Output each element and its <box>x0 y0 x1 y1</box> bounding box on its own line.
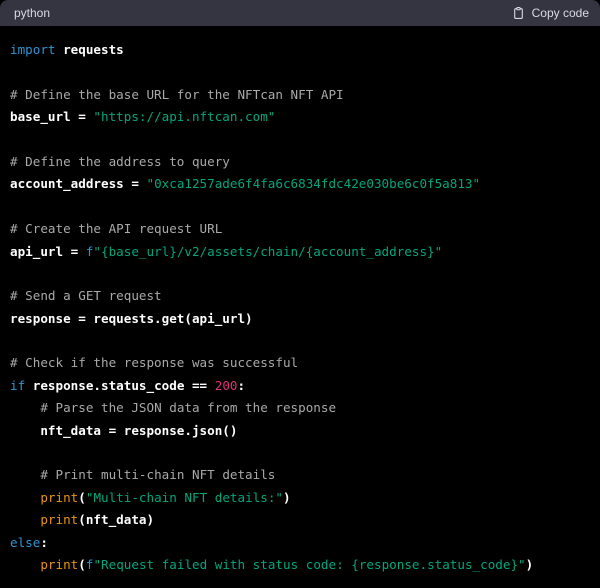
code-token-fn: print <box>40 557 78 572</box>
code-token-plain: ( <box>78 557 86 572</box>
code-line <box>10 129 590 151</box>
code-line <box>10 442 590 464</box>
code-token-str: "0xca1257ade6f4fa6c6834fdc42e030be6c0f5a… <box>146 176 480 191</box>
code-token-plain: base_url = <box>10 109 93 124</box>
code-token-plain: ) <box>526 557 534 572</box>
code-token-plain: ) <box>283 490 291 505</box>
code-block-header: python Copy code <box>0 0 600 26</box>
code-token-plain: nft_data = response.json() <box>10 423 237 438</box>
code-line: base_url = "https://api.nftcan.com" <box>10 106 590 128</box>
code-token-fn: print <box>40 512 78 527</box>
code-token-plain <box>10 557 40 572</box>
code-token-com: # Create the API request URL <box>10 221 222 236</box>
code-line: print(nft_data) <box>10 509 590 531</box>
code-token-plain: requests <box>56 42 124 57</box>
code-line: import requests <box>10 39 590 61</box>
copy-code-button[interactable]: Copy code <box>512 6 589 20</box>
code-token-com: # Send a GET request <box>10 288 162 303</box>
code-token-str: "https://api.nftcan.com" <box>93 109 275 124</box>
code-token-plain: api_url = <box>10 244 86 259</box>
code-line: # Check if the response was successful <box>10 352 590 374</box>
code-line: api_url = f"{base_url}/v2/assets/chain/{… <box>10 241 590 263</box>
code-content[interactable]: import requests # Define the base URL for… <box>0 26 600 588</box>
code-line <box>10 330 590 352</box>
code-line <box>10 196 590 218</box>
code-token-kw: import <box>10 42 56 57</box>
code-line: account_address = "0xca1257ade6f4fa6c683… <box>10 173 590 195</box>
code-token-com: # Define the base URL for the NFTcan NFT… <box>10 87 344 102</box>
code-line <box>10 263 590 285</box>
code-line: # Create the API request URL <box>10 218 590 240</box>
code-line: # Print multi-chain NFT details <box>10 464 590 486</box>
code-token-com: # Parse the JSON data from the response <box>40 400 336 415</box>
code-line: response = requests.get(api_url) <box>10 308 590 330</box>
code-token-plain: account_address = <box>10 176 146 191</box>
code-line: # Send a GET request <box>10 285 590 307</box>
code-token-plain: (nft_data) <box>78 512 154 527</box>
code-line: nft_data = response.json() <box>10 420 590 442</box>
code-token-kw: if <box>10 378 25 393</box>
code-token-plain: response.status_code == <box>25 378 215 393</box>
code-token-plain: : <box>237 378 245 393</box>
code-token-plain: : <box>40 535 48 550</box>
code-token-num: 200 <box>215 378 238 393</box>
code-token-kw: else <box>10 535 40 550</box>
code-block: python Copy code import requests # Define… <box>0 0 600 588</box>
code-token-plain <box>10 467 40 482</box>
code-line: # Define the base URL for the NFTcan NFT… <box>10 84 590 106</box>
code-line: print("Multi-chain NFT details:") <box>10 487 590 509</box>
language-label: python <box>14 0 50 26</box>
code-token-plain <box>10 400 40 415</box>
code-line: # Define the address to query <box>10 151 590 173</box>
code-token-com: # Define the address to query <box>10 154 230 169</box>
code-token-plain: ( <box>78 490 86 505</box>
code-token-str: "{base_url}/v2/assets/chain/{account_add… <box>93 244 442 259</box>
copy-code-label: Copy code <box>532 6 589 20</box>
code-token-com: # Check if the response was successful <box>10 355 298 370</box>
code-token-plain <box>10 512 40 527</box>
code-token-plain <box>10 490 40 505</box>
code-line: # Parse the JSON data from the response <box>10 397 590 419</box>
code-token-str: "Request failed with status code: {respo… <box>93 557 525 572</box>
code-line <box>10 61 590 83</box>
code-line: if response.status_code == 200: <box>10 375 590 397</box>
code-token-com: # Print multi-chain NFT details <box>40 467 275 482</box>
code-line: else: <box>10 532 590 554</box>
code-line: print(f"Request failed with status code:… <box>10 554 590 576</box>
clipboard-icon <box>512 6 525 20</box>
code-token-plain: response = requests.get(api_url) <box>10 311 253 326</box>
code-token-fn: print <box>40 490 78 505</box>
code-token-str: "Multi-chain NFT details:" <box>86 490 283 505</box>
